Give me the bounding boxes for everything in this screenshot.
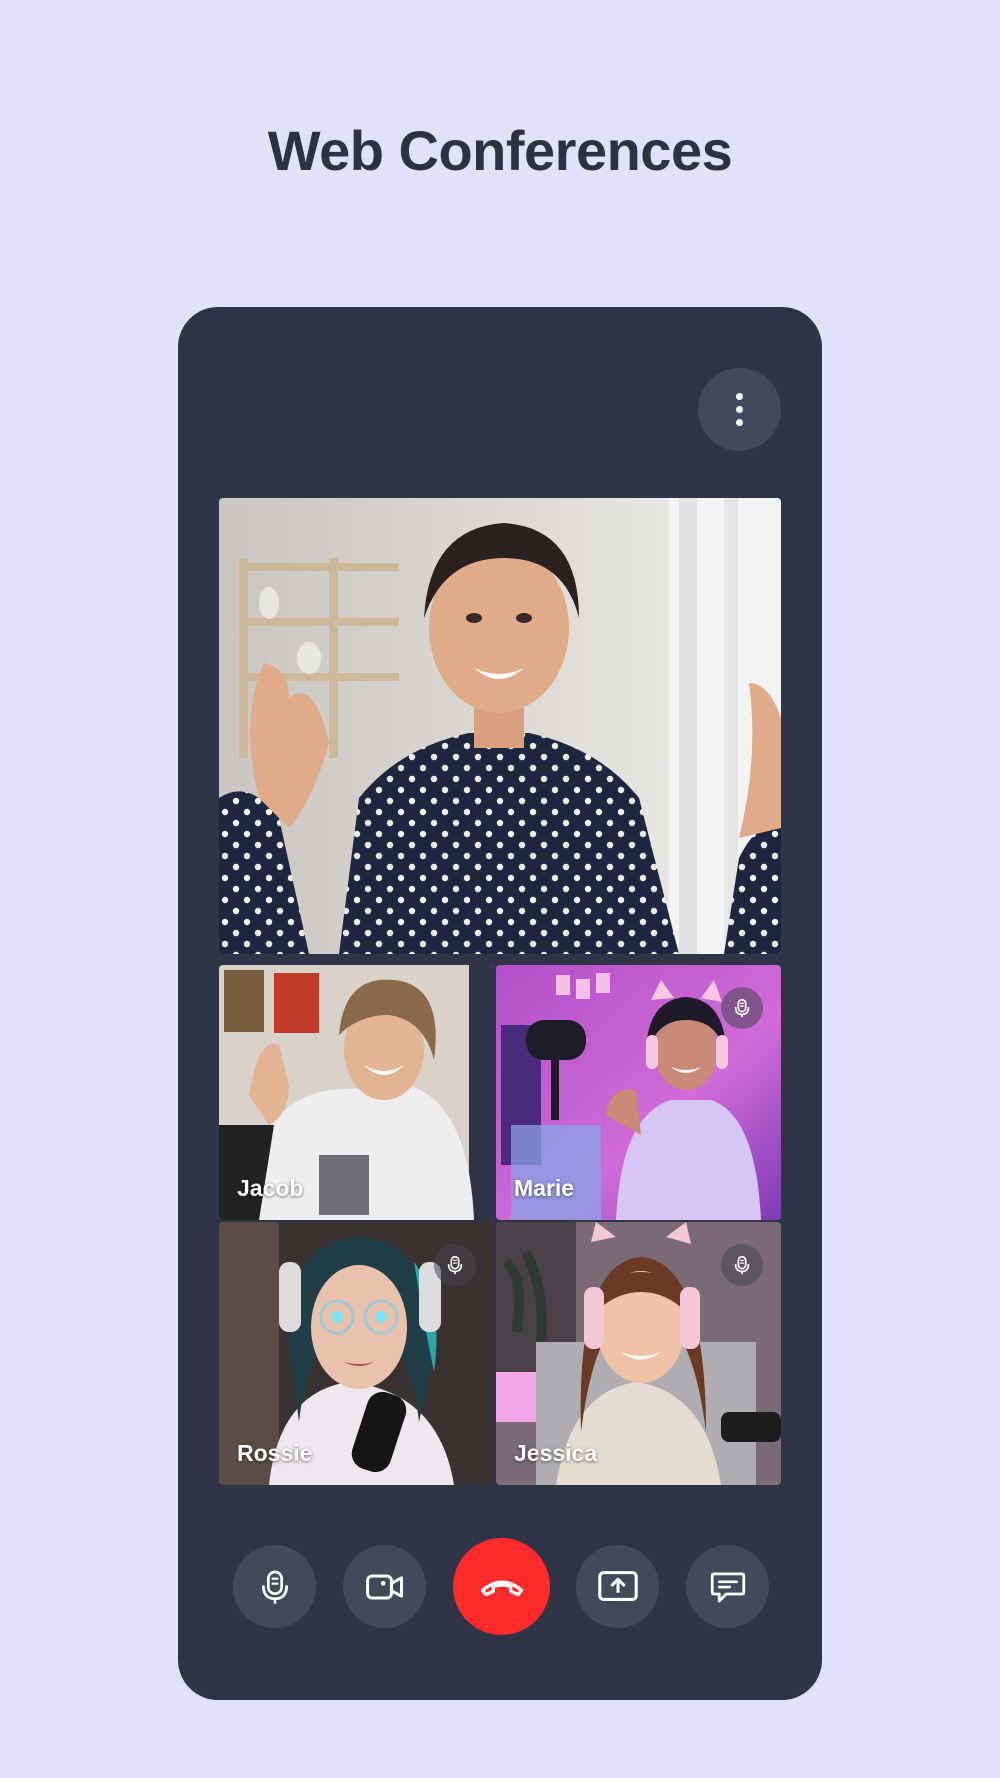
chat-button[interactable]	[686, 1545, 769, 1628]
more-vertical-icon-dot	[736, 406, 743, 413]
main-participant-video	[219, 498, 781, 954]
phone-hangup-icon	[480, 1580, 523, 1596]
muted-indicator	[434, 1244, 476, 1286]
participant-name: Marie	[514, 1175, 575, 1201]
participant-tile-jessica[interactable]: Jessica	[496, 1222, 781, 1485]
participant-tile-marie[interactable]: Marie	[496, 965, 781, 1220]
main-video-tile[interactable]	[219, 498, 781, 954]
participant-name: Rossie	[237, 1440, 313, 1466]
participant-name: Jessica	[514, 1440, 598, 1466]
page-title: Web Conferences	[267, 119, 733, 182]
video-camera-icon	[365, 1574, 403, 1599]
muted-indicator	[721, 1244, 763, 1286]
camera-button[interactable]	[343, 1545, 426, 1628]
participant-tile-jacob[interactable]: Jacob	[219, 965, 494, 1220]
screen-share-icon	[597, 1570, 638, 1601]
microphone-icon	[447, 1255, 463, 1275]
end-call-button[interactable]	[453, 1538, 550, 1635]
conference-panel: Jacob Marie Rossie Jessica	[178, 307, 822, 1700]
microphone-button[interactable]	[233, 1545, 316, 1628]
share-screen-button[interactable]	[576, 1545, 659, 1628]
microphone-icon	[734, 1255, 750, 1275]
microphone-icon	[734, 998, 750, 1018]
more-vertical-icon	[736, 393, 743, 400]
participant-tile-rossie[interactable]: Rossie	[219, 1222, 494, 1485]
chat-bubble-icon	[710, 1571, 745, 1602]
call-controls	[178, 1536, 822, 1636]
participant-name: Jacob	[237, 1175, 304, 1201]
more-options-button[interactable]	[698, 368, 781, 451]
microphone-icon	[261, 1570, 288, 1604]
more-vertical-icon-dot	[736, 419, 743, 426]
muted-indicator	[721, 987, 763, 1029]
